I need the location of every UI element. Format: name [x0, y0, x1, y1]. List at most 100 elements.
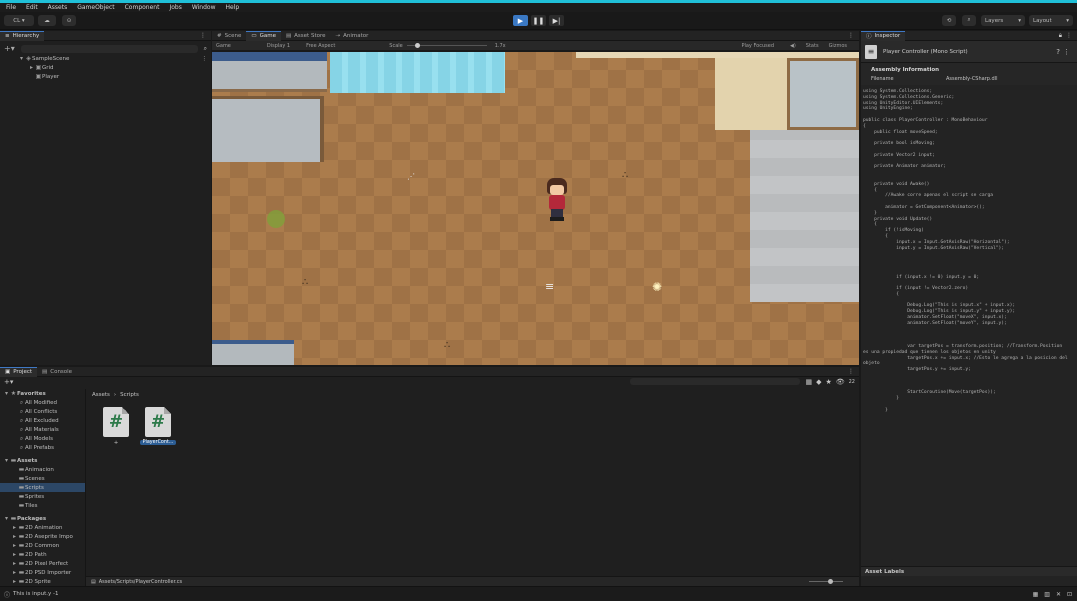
scale-slider-thumb[interactable] [414, 43, 420, 48]
menu-component[interactable]: Component [125, 4, 160, 11]
favorite-icon[interactable]: ★ [825, 378, 831, 386]
expand-arrow-icon[interactable]: ▸ [11, 551, 18, 558]
package-item[interactable]: ▸ ▬ 2D PSD Importer [0, 568, 85, 577]
collab-icon[interactable]: ✕ [1056, 591, 1061, 598]
package-item[interactable]: ▸ ▬ 2D Aseprite Impo [0, 532, 85, 541]
menu-edit[interactable]: Edit [26, 4, 38, 11]
stats-button[interactable]: Stats [806, 43, 819, 49]
layers-dropdown[interactable]: Layers ▾ [981, 15, 1025, 26]
panel-menu-icon[interactable]: ⋮ [1066, 32, 1072, 39]
menu-assets[interactable]: Assets [48, 4, 68, 11]
menu-help[interactable]: Help [226, 4, 240, 11]
cloud-button[interactable]: ☁ [38, 15, 56, 26]
expand-arrow-icon[interactable]: ▸ [11, 524, 18, 531]
expand-arrow-icon[interactable]: ▸ [11, 542, 18, 549]
panel-menu-icon[interactable]: ⋮ [200, 32, 206, 39]
panel-menu-icon[interactable]: ⋮ [848, 368, 854, 375]
add-object-button[interactable]: +▾ [4, 44, 15, 53]
tab-inspector[interactable]: ⓘ Inspector [861, 30, 906, 41]
play-button[interactable]: ▶ [513, 15, 528, 26]
script-asset[interactable]: # + [100, 407, 132, 446]
packages-section[interactable]: ▾ ▬ Packages [0, 514, 85, 523]
display-dropdown[interactable]: Display 1 [267, 43, 290, 49]
settings-icon[interactable]: ⋮ [1063, 48, 1070, 56]
assets-section[interactable]: ▾ ▬ Assets [0, 456, 85, 465]
expand-arrow-icon[interactable]: ▾ [18, 55, 25, 62]
tab-animator[interactable]: ⇢ Animator [331, 31, 374, 41]
player-character[interactable] [543, 178, 571, 224]
scale-slider[interactable] [406, 43, 487, 48]
expand-arrow-icon[interactable]: ▸ [11, 533, 18, 540]
favorite-item[interactable]: ⌕ All Conflicts [0, 407, 85, 416]
tab-project[interactable]: ▣ Project [0, 366, 38, 377]
play-mode-dropdown[interactable]: Play Focused [741, 43, 774, 49]
icon-size-slider-thumb[interactable] [828, 579, 833, 584]
tab-scene[interactable]: # Scene [212, 31, 246, 41]
display-mode-dropdown[interactable]: Game [216, 43, 231, 49]
favorite-item[interactable]: ⌕ All Materials [0, 425, 85, 434]
hierarchy-item-scene[interactable]: ▾ ◈ SampleScene ⋮ [0, 54, 211, 63]
create-asset-button[interactable]: +▾ [4, 378, 13, 386]
script-asset-selected[interactable]: # PlayerCont... [140, 407, 176, 445]
collab-button[interactable]: ⊙ [62, 15, 76, 26]
menu-gameobject[interactable]: GameObject [77, 4, 114, 11]
favorite-item[interactable]: ⌕ All Prefabs [0, 443, 85, 452]
icon-size-slider[interactable] [809, 579, 843, 584]
expand-arrow-icon[interactable]: ▾ [3, 390, 10, 397]
filter-label-icon[interactable]: ◆ [816, 378, 821, 386]
help-icon[interactable]: ? [1056, 48, 1060, 56]
tab-console[interactable]: ▤ Console [37, 367, 77, 377]
favorites-section[interactable]: ▾ ★ Favorites [0, 389, 85, 398]
package-item[interactable]: ▸ ▬ 2D Pixel Perfect [0, 559, 85, 568]
menu-jobs[interactable]: Jobs [169, 4, 181, 11]
expand-arrow-icon[interactable]: ▸ [11, 560, 18, 567]
expand-arrow-icon[interactable]: ▸ [11, 578, 18, 585]
tab-hierarchy[interactable]: ≡ Hierarchy [0, 30, 45, 41]
package-item[interactable]: ▸ ▬ 2D Animation [0, 523, 85, 532]
step-button[interactable]: ▶| [549, 15, 564, 26]
hidden-packages-icon[interactable]: 👁︎ [836, 378, 845, 386]
more-icon[interactable]: ⋮ [202, 56, 208, 62]
undo-history-button[interactable]: ⟲ [942, 15, 956, 26]
mute-audio-icon[interactable]: ◀) [790, 43, 796, 49]
folder-item[interactable]: ▬ Animacion [0, 465, 85, 474]
breadcrumb-assets[interactable]: Assets [92, 392, 110, 398]
favorite-item[interactable]: ⌕ All Models [0, 434, 85, 443]
folder-item[interactable]: ▬ Tiles [0, 501, 85, 510]
package-item[interactable]: ▸ ▬ 2D Common [0, 541, 85, 550]
gizmos-button[interactable]: Gizmos [829, 43, 847, 49]
package-item[interactable]: ▸ ▬ 2D Sprite [0, 577, 85, 586]
favorite-item[interactable]: ⌕ All Excluded [0, 416, 85, 425]
pause-button[interactable]: ❚❚ [531, 15, 546, 26]
filter-type-icon[interactable]: ▦ [805, 378, 812, 386]
favorite-item[interactable]: ⌕ All Modified [0, 398, 85, 407]
expand-arrow-icon[interactable]: ▾ [3, 457, 10, 464]
folder-item[interactable]: ▬ Scenes [0, 474, 85, 483]
expand-arrow-icon[interactable]: ▾ [3, 515, 10, 522]
folder-item[interactable]: ▬ Sprites [0, 492, 85, 501]
project-search-input[interactable] [630, 378, 801, 385]
panel-menu-icon[interactable]: ⋮ [848, 32, 854, 39]
lock-icon[interactable]: ▥ [1044, 591, 1050, 598]
expand-arrow-icon[interactable]: ▸ [11, 569, 18, 576]
game-viewport[interactable]: ⋰ ∴ ∴ ∴ ≡ ✺ [212, 52, 859, 365]
breadcrumb-scripts[interactable]: Scripts [120, 392, 139, 398]
lock-icon[interactable]: 🔒︎ [1059, 32, 1062, 40]
expand-arrow-icon[interactable]: ▸ [28, 64, 35, 71]
package-item[interactable]: ▸ ▬ 2D Path [0, 550, 85, 559]
account-dropdown[interactable]: CL ▾ [4, 15, 34, 26]
aspect-dropdown[interactable]: Free Aspect [306, 43, 335, 49]
tab-asset-store[interactable]: ▤ Asset Store [281, 31, 331, 41]
hierarchy-search-input[interactable] [20, 44, 198, 53]
hierarchy-item-grid[interactable]: ▸ ▣ Grid [0, 63, 211, 72]
menu-file[interactable]: File [6, 4, 16, 11]
status-message[interactable]: This is input.y -1 [13, 591, 59, 597]
folder-item-selected[interactable]: ▬ Scripts [0, 483, 85, 492]
layout-dropdown[interactable]: Layout ▾ [1029, 15, 1073, 26]
hierarchy-item-player[interactable]: ▣ Player [0, 72, 211, 81]
debug-icon[interactable]: ⊡ [1067, 591, 1072, 598]
asset-labels-bar[interactable]: Asset Labels [861, 566, 1077, 576]
tab-game[interactable]: ▭ Game [246, 30, 281, 41]
search-button[interactable]: ⌕ [962, 15, 976, 26]
progress-icon[interactable]: ▦ [1033, 591, 1039, 598]
